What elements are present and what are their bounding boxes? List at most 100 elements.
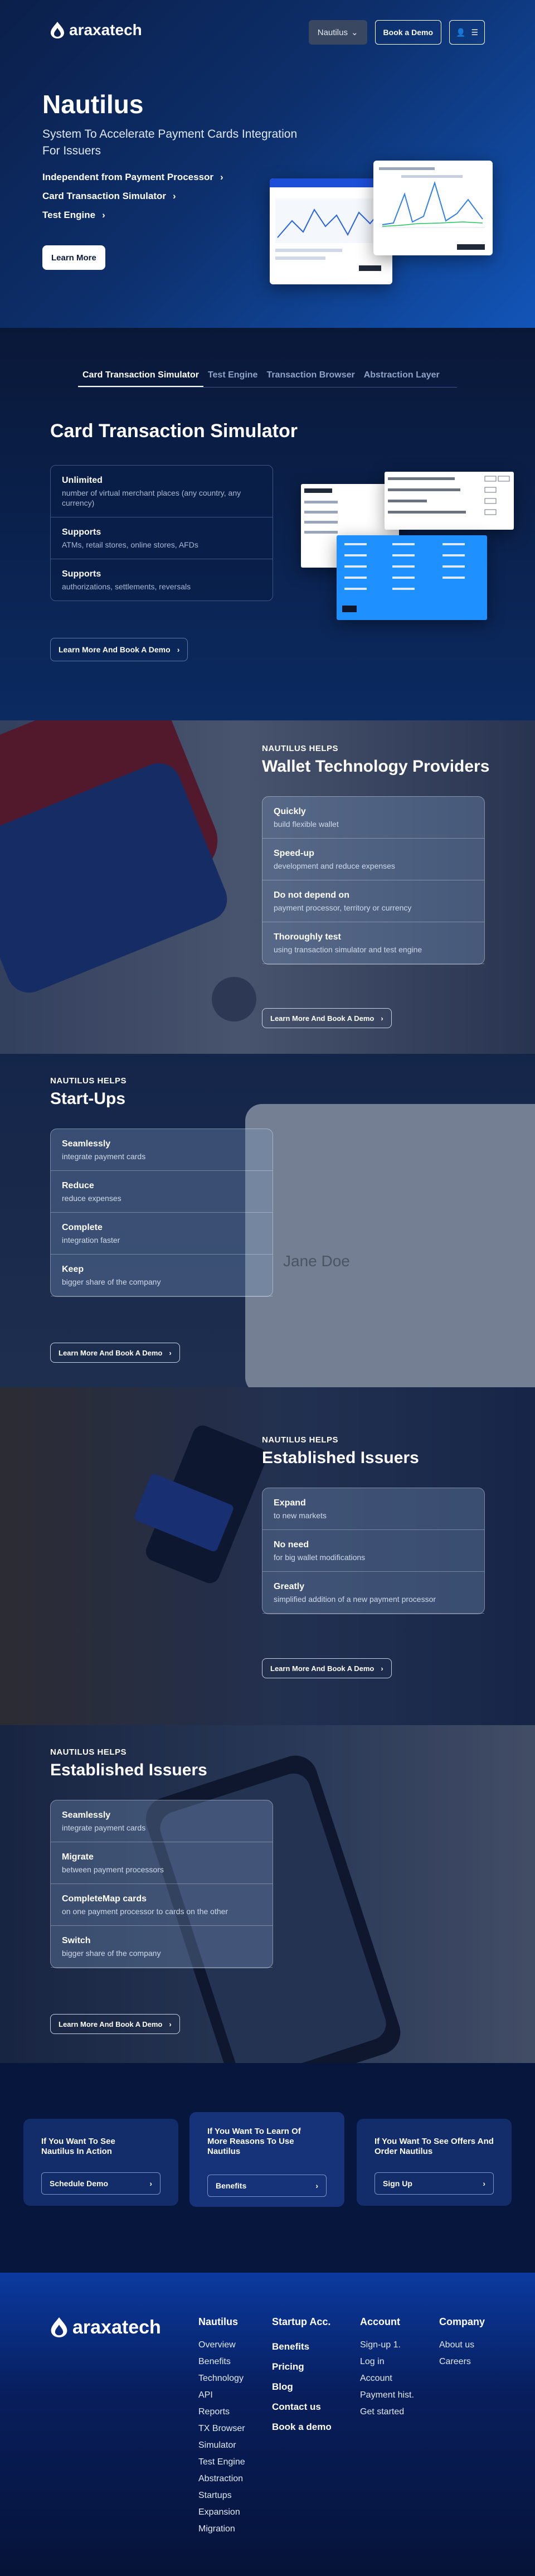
chevron-right-icon: › xyxy=(381,1014,383,1023)
tab-abstraction-layer[interactable]: Abstraction Layer xyxy=(359,365,444,387)
button-label: Benefits xyxy=(216,2181,247,2190)
footer-link[interactable]: Log in xyxy=(360,2354,414,2370)
feature-heading: Expand xyxy=(274,1498,306,1508)
feature-desc: number of virtual merchant places (any c… xyxy=(62,488,241,507)
hero-learn-more-button[interactable]: Learn More xyxy=(42,245,105,270)
feature-item: Supports authorizations, settlements, rev… xyxy=(51,559,273,601)
chevron-right-icon: › xyxy=(220,172,223,182)
feature-desc: reduce expenses xyxy=(62,1194,121,1203)
sign-up-button[interactable]: Sign Up › xyxy=(374,2172,494,2195)
section-kicker: NAUTILUS HELPS xyxy=(50,1747,127,1757)
feature-desc: on one payment processor to cards on the… xyxy=(62,1907,228,1916)
feature-desc: integrate payment cards xyxy=(62,1823,146,1832)
hero-link-simulator[interactable]: Card Transaction Simulator › xyxy=(42,191,223,202)
footer-link[interactable]: Get started xyxy=(360,2404,414,2420)
footer-link[interactable]: Abstraction xyxy=(198,2471,245,2487)
tab-transaction-browser[interactable]: Transaction Browser xyxy=(262,365,359,387)
footer-brand-logo[interactable]: araxatech xyxy=(49,2316,161,2338)
feature-desc: simplified addition of a new payment pro… xyxy=(274,1595,436,1604)
footer-link[interactable]: Expansion xyxy=(198,2504,245,2521)
learn-more-demo-button[interactable]: Learn More And Book A Demo › xyxy=(50,1343,180,1363)
flame-logo-icon xyxy=(51,22,64,38)
footer-link[interactable]: Overview xyxy=(198,2337,245,2354)
cta-card-signup: If You Want To See Offers And Order Naut… xyxy=(357,2119,512,2206)
feature-item: Keep bigger share of the company xyxy=(51,1255,273,1296)
button-label: Learn More And Book A Demo xyxy=(59,2020,163,2028)
footer-link[interactable]: Migration xyxy=(198,2521,245,2538)
wallet-section: NAUTILUS HELPS Wallet Technology Provide… xyxy=(0,720,535,1054)
chevron-right-icon: › xyxy=(315,2181,318,2190)
hero-link-label: Card Transaction Simulator xyxy=(42,191,166,201)
cta-section: If You Want To See Nautilus In Action Sc… xyxy=(0,2063,535,2273)
feature-heading: Supports xyxy=(62,527,101,537)
footer-column-title: Account xyxy=(360,2316,400,2327)
feature-tabs: Card Transaction Simulator Test Engine T… xyxy=(78,365,457,388)
feature-heading: Complete xyxy=(62,1223,103,1232)
footer-link[interactable]: Reports xyxy=(198,2404,245,2420)
simulator-mockup-panel xyxy=(337,535,487,620)
footer-link[interactable]: Startups xyxy=(198,2487,245,2504)
footer-link[interactable]: Book a demo xyxy=(272,2417,332,2437)
product-select[interactable]: Nautilus ⌄ xyxy=(308,20,367,45)
hero-section: araxatech Nautilus ⌄ Book a Demo 👤 ☰ Nau… xyxy=(0,0,535,328)
footer-link[interactable]: Payment hist. xyxy=(360,2387,414,2404)
benefits-button[interactable]: Benefits › xyxy=(207,2175,327,2197)
feature-item: Seamlessly integrate payment cards xyxy=(51,1800,273,1842)
footer-link[interactable]: Sign-up 1. xyxy=(360,2337,414,2354)
footer-link[interactable]: Careers xyxy=(439,2354,485,2370)
user-icon: 👤 xyxy=(456,27,466,37)
footer-link[interactable]: Contact us xyxy=(272,2397,332,2417)
cta-title: If You Want To Learn Of More Reasons To … xyxy=(207,2127,301,2156)
account-menu-button[interactable]: 👤 ☰ xyxy=(449,20,485,45)
feature-desc: authorizations, settlements, reversals xyxy=(62,582,191,591)
footer-column-title: Startup Acc. xyxy=(272,2316,331,2327)
feature-desc: integration faster xyxy=(62,1236,120,1245)
footer-link[interactable]: API xyxy=(198,2387,245,2404)
issuers-migration-section: NAUTILUS HELPS Established Issuers Seaml… xyxy=(0,1725,535,2063)
feature-heading: Keep xyxy=(62,1265,84,1274)
cardholder-name: Jane Doe xyxy=(283,1252,350,1270)
feature-item: No need for big wallet modifications xyxy=(262,1530,484,1572)
footer-link[interactable]: Pricing xyxy=(272,2357,332,2377)
feature-item: Seamlessly integrate payment cards xyxy=(51,1129,273,1171)
learn-more-demo-button[interactable]: Learn More And Book A Demo › xyxy=(50,638,188,661)
feature-item: Do not depend on payment processor, terri… xyxy=(262,880,484,922)
footer-link[interactable]: Benefits xyxy=(198,2354,245,2370)
flame-logo-icon xyxy=(51,2317,67,2337)
brand-logo[interactable]: araxatech xyxy=(49,21,142,39)
feature-heading: CompleteMap cards xyxy=(62,1894,147,1904)
footer-column-company: Company About us Careers xyxy=(439,2316,485,2370)
hero-link-test-engine[interactable]: Test Engine › xyxy=(42,210,223,221)
learn-more-demo-button[interactable]: Learn More And Book A Demo › xyxy=(262,1008,392,1028)
feature-item: Reduce reduce expenses xyxy=(51,1171,273,1213)
feature-desc: ATMs, retail stores, online stores, AFDs xyxy=(62,540,198,549)
footer-link[interactable]: Blog xyxy=(272,2377,332,2397)
footer-link[interactable]: Test Engine xyxy=(198,2454,245,2471)
header-actions: Nautilus ⌄ Book a Demo 👤 ☰ xyxy=(308,20,485,45)
feature-desc: bigger share of the company xyxy=(62,1949,161,1958)
feature-heading: Do not depend on xyxy=(274,890,349,900)
feature-heading: Reduce xyxy=(62,1181,94,1190)
feature-heading: No need xyxy=(274,1540,309,1550)
footer-column-startup: Startup Acc. Benefits Pricing Blog Conta… xyxy=(272,2316,332,2437)
footer-link[interactable]: Simulator xyxy=(198,2437,245,2454)
tab-test-engine[interactable]: Test Engine xyxy=(203,365,262,387)
footer-link[interactable]: About us xyxy=(439,2337,485,2354)
feature-item: Thoroughly test using transaction simulat… xyxy=(262,922,484,964)
cta-card-benefits: If You Want To Learn Of More Reasons To … xyxy=(189,2112,344,2207)
feature-item: CompleteMap cards on one payment processo… xyxy=(51,1884,273,1926)
feature-heading: Greatly xyxy=(274,1582,305,1591)
footer-link[interactable]: TX Browser xyxy=(198,2420,245,2437)
footer-link[interactable]: Benefits xyxy=(272,2337,332,2357)
learn-more-demo-button[interactable]: Learn More And Book A Demo › xyxy=(50,2014,180,2034)
schedule-demo-button[interactable]: Schedule Demo › xyxy=(41,2172,160,2195)
hero-subtitle: System To Accelerate Payment Cards Integ… xyxy=(42,128,298,157)
hero-link-processor[interactable]: Independent from Payment Processor › xyxy=(42,172,223,183)
book-demo-button[interactable]: Book a Demo xyxy=(374,20,441,45)
footer-link[interactable]: Technology xyxy=(198,2370,245,2387)
feature-desc: build flexible wallet xyxy=(274,820,339,829)
footer-link[interactable]: Account xyxy=(360,2370,414,2387)
learn-more-demo-button[interactable]: Learn More And Book A Demo › xyxy=(262,1658,392,1678)
tab-card-transaction-simulator[interactable]: Card Transaction Simulator xyxy=(78,365,203,387)
feature-item: Greatly simplified addition of a new paym… xyxy=(262,1572,484,1614)
